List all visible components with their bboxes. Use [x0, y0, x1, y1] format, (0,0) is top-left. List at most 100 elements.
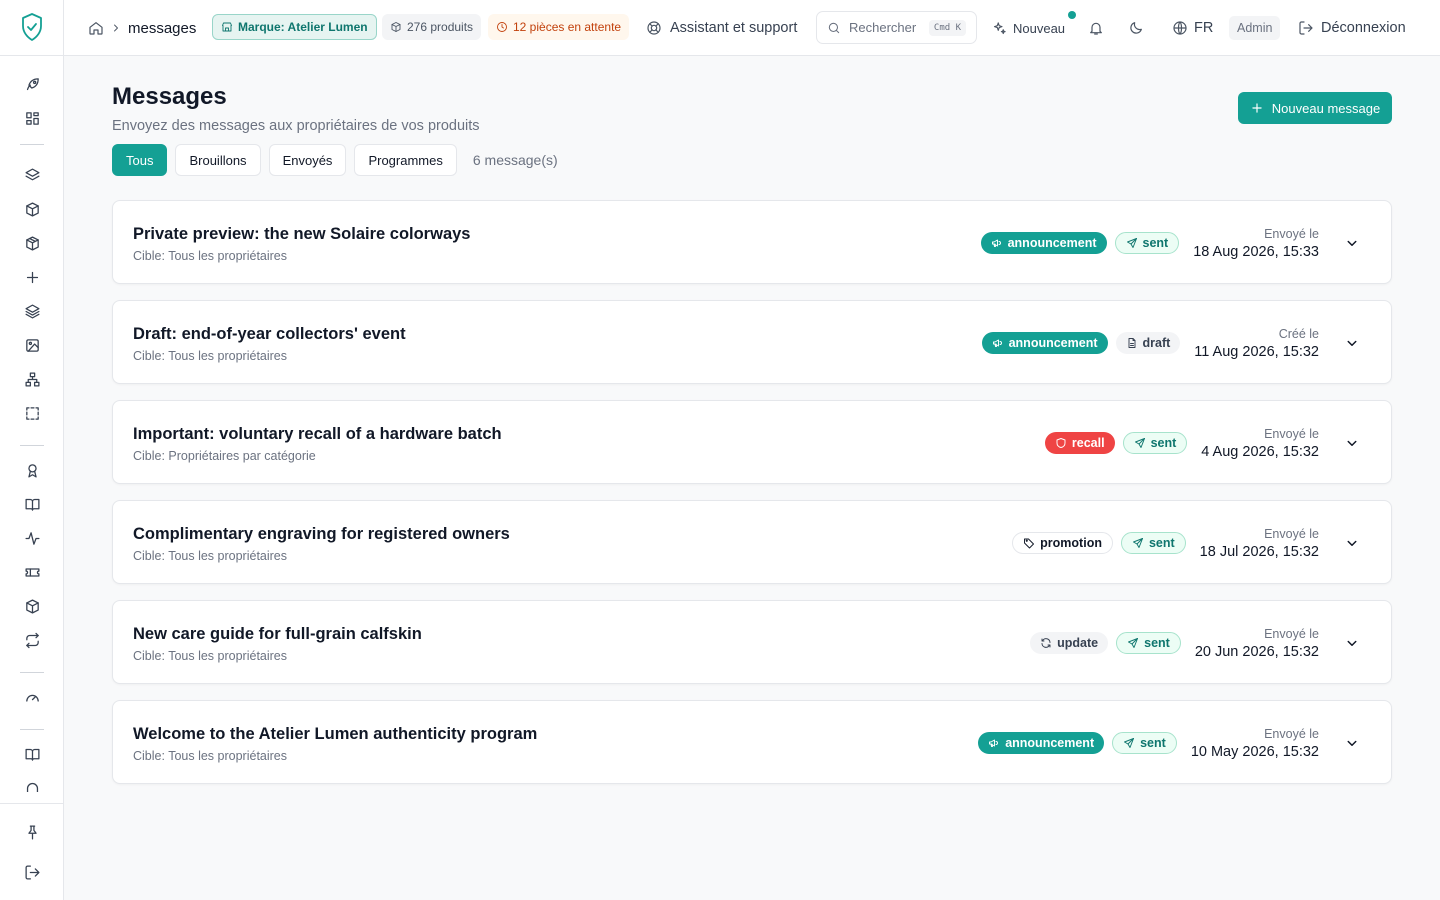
expand-button[interactable]	[1343, 434, 1361, 452]
megaphone-icon	[992, 339, 1002, 347]
notifications-button[interactable]	[1088, 0, 1104, 56]
pin-icon[interactable]	[22, 822, 42, 842]
status-badge-label: sent	[1142, 236, 1169, 250]
type-badge-label: recall	[1071, 436, 1105, 450]
sidebar	[0, 0, 64, 900]
tab-all[interactable]: Tous	[112, 144, 168, 176]
award-icon[interactable]	[22, 460, 42, 480]
hierarchy-icon[interactable]	[22, 369, 42, 389]
status-badge: sent	[1112, 732, 1177, 754]
status-badge: sent	[1116, 632, 1181, 654]
expand-button[interactable]	[1343, 734, 1361, 752]
status-badge-label: draft	[1142, 336, 1171, 350]
image-icon[interactable]	[22, 335, 42, 355]
message-card[interactable]: Draft: end-of-year collectors' event Cib…	[112, 300, 1392, 384]
new-button[interactable]: Nouveau	[992, 0, 1065, 56]
message-card[interactable]: Important: voluntary recall of a hardwar…	[112, 400, 1392, 484]
message-target: Cible: Tous les propriétaires	[133, 349, 288, 363]
expand-button[interactable]	[1343, 534, 1361, 552]
message-title: Complimentary engraving for registered o…	[133, 525, 510, 543]
cube-icon[interactable]	[22, 596, 42, 616]
filter-tabs: Tous Brouillons Envoyés Programmes 6 mes…	[112, 144, 558, 176]
date-label: Envoyé le	[1264, 226, 1319, 241]
search-input[interactable]: Rechercher Cmd K	[816, 11, 977, 44]
chevron-down-icon	[1347, 440, 1357, 446]
home-icon[interactable]	[88, 20, 104, 36]
repeat-icon[interactable]	[22, 630, 42, 650]
send-icon	[1134, 438, 1145, 448]
expand-button[interactable]	[1343, 334, 1361, 352]
gauge-icon[interactable]	[22, 687, 42, 707]
type-badge: update	[1030, 632, 1109, 654]
layers-icon[interactable]	[22, 165, 42, 185]
support-label: Assistant et support	[670, 20, 798, 36]
sidebar-footer-divider	[0, 803, 64, 804]
dashboard-icon[interactable]	[22, 108, 42, 128]
sidebar-divider	[20, 672, 44, 673]
plus-icon[interactable]	[22, 267, 42, 287]
sidebar-header-divider	[0, 55, 64, 56]
clock-icon	[497, 22, 507, 32]
file-icon	[1128, 338, 1135, 348]
message-meta: update sent Envoyé le 20 Jun 2026, 15:32	[1030, 601, 1319, 685]
message-date: Envoyé le 10 May 2026, 15:32	[1191, 727, 1319, 760]
theme-toggle[interactable]	[1128, 0, 1144, 56]
message-card[interactable]: Private preview: the new Solaire colorwa…	[112, 200, 1392, 284]
message-date: Créé le 11 Aug 2026, 15:32	[1194, 327, 1319, 360]
chevron-down-icon	[1347, 740, 1357, 746]
tab-sent[interactable]: Envoyés	[268, 144, 347, 176]
message-card[interactable]: Welcome to the Atelier Lumen authenticit…	[112, 700, 1392, 784]
message-title: Important: voluntary recall of a hardwar…	[133, 425, 502, 443]
message-card[interactable]: Complimentary engraving for registered o…	[112, 500, 1392, 584]
message-title: Welcome to the Atelier Lumen authenticit…	[133, 725, 538, 743]
tab-drafts[interactable]: Brouillons	[175, 144, 261, 176]
type-badge: announcement	[981, 332, 1108, 354]
package-icon	[391, 22, 401, 32]
message-meta: announcement sent Envoyé le 18 Aug 2026,…	[980, 201, 1319, 285]
logout-sidebar-icon[interactable]	[22, 862, 42, 882]
package-icon[interactable]	[22, 233, 42, 253]
box-icon[interactable]	[22, 199, 42, 219]
search-placeholder: Rechercher	[849, 20, 917, 35]
pending-pill-label: 12 pièces en attente	[513, 20, 622, 34]
expand-button[interactable]	[1343, 234, 1361, 252]
status-badge-label: sent	[1148, 536, 1175, 550]
products-pill[interactable]: 276 produits	[382, 14, 482, 40]
sparkles-icon	[993, 21, 1006, 34]
message-title: Private preview: the new Solaire colorwa…	[133, 225, 471, 243]
chevron-down-icon	[1347, 240, 1357, 246]
shield-logo-icon[interactable]	[20, 12, 44, 42]
brand-pill[interactable]: Marque: Atelier Lumen	[212, 14, 377, 40]
page-title: Messages	[112, 83, 227, 110]
breadcrumb: messages	[88, 0, 196, 56]
date-label: Créé le	[1278, 326, 1319, 341]
logout-button[interactable]: Déconnexion	[1298, 0, 1406, 56]
date-value: 10 May 2026, 15:32	[1190, 743, 1319, 760]
breadcrumb-current: messages	[128, 19, 197, 37]
language-selector[interactable]: FR	[1172, 0, 1213, 56]
message-meta: announcement draft Créé le 11 Aug 2026, …	[981, 301, 1319, 385]
send-icon	[1126, 238, 1137, 248]
pending-pill[interactable]: 12 pièces en attente	[488, 14, 630, 40]
book-icon[interactable]	[22, 494, 42, 514]
logout-label: Déconnexion	[1321, 20, 1406, 36]
stack-icon[interactable]	[22, 301, 42, 321]
selection-icon[interactable]	[22, 403, 42, 423]
tab-scheduled[interactable]: Programmes	[354, 144, 457, 176]
book-open-icon[interactable]	[22, 744, 42, 764]
message-target: Cible: Tous les propriétaires	[133, 249, 288, 263]
expand-button[interactable]	[1343, 634, 1361, 652]
message-card[interactable]: New care guide for full-grain calfskin C…	[112, 600, 1392, 684]
activity-icon[interactable]	[22, 528, 42, 548]
lifebuoy-icon	[647, 21, 661, 35]
arch-icon[interactable]	[22, 778, 42, 792]
rocket-icon[interactable]	[22, 74, 42, 94]
support-link[interactable]: Assistant et support	[646, 0, 797, 56]
message-title: Draft: end-of-year collectors' event	[133, 325, 406, 343]
bell-icon	[1090, 22, 1102, 35]
ticket-icon[interactable]	[22, 562, 42, 582]
type-badge-label: announcement	[1005, 736, 1095, 750]
new-message-button[interactable]: Nouveau message	[1238, 92, 1392, 124]
type-badge-label: announcement	[1008, 336, 1098, 350]
message-date: Envoyé le 20 Jun 2026, 15:32	[1195, 627, 1319, 660]
